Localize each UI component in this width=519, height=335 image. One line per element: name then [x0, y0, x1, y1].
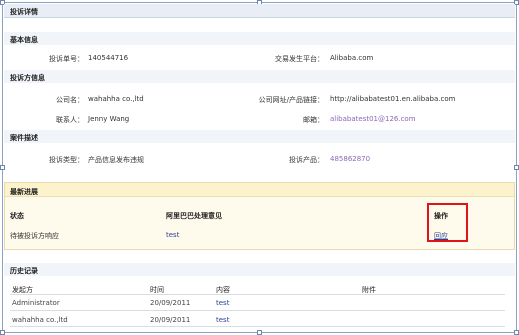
history-heading: 历史记录 [10, 267, 38, 275]
corner-handle [514, 330, 519, 335]
page-title: 投诉详情 [10, 8, 38, 16]
website-value: http://alibabatest01.en.alibaba.com [330, 95, 456, 103]
complaint-type-value: 产品信息发布违规 [88, 156, 144, 164]
status-column-header: 状态 [10, 212, 24, 220]
complaint-product-link[interactable]: 485862870 [330, 155, 370, 163]
edge-handle [0, 165, 5, 170]
progress-header [5, 183, 514, 197]
complainant-heading: 投诉方信息 [10, 74, 45, 82]
case-header [4, 130, 515, 143]
company-label: 公司名： [56, 96, 84, 104]
edge-handle [514, 165, 519, 170]
edge-handle [257, 330, 262, 335]
platform-label: 交易发生平台： [275, 55, 324, 63]
opinion-value: test [166, 231, 180, 239]
basic-info-heading: 基本信息 [10, 36, 38, 44]
complaint-no-value: 140544716 [88, 54, 129, 62]
complainant-header [4, 70, 515, 83]
status-value: 待被投诉方响应 [10, 232, 59, 240]
history-row-content: test [216, 299, 230, 307]
contact-value: Jenny Wang [88, 115, 130, 123]
history-divider [10, 310, 505, 311]
history-row-content: test [216, 316, 230, 324]
complaint-type-label: 投诉类型： [49, 156, 84, 164]
screenshot-frame [2, 2, 517, 333]
opinion-column-header: 阿里巴巴处理意见 [166, 212, 222, 220]
history-row-time: 20/09/2011 [150, 299, 191, 307]
history-divider [10, 326, 505, 327]
progress-heading: 最新进展 [10, 188, 38, 196]
history-divider [10, 294, 505, 295]
history-header [4, 263, 515, 276]
highlight-box [427, 203, 468, 242]
case-heading: 案件描述 [10, 134, 38, 142]
company-value: wahahha co.,ltd [88, 95, 144, 103]
website-label: 公司网址/产品链接： [258, 96, 324, 104]
corner-handle [0, 330, 5, 335]
contact-label: 联系人： [56, 116, 84, 124]
email-value: alibabatest01@126.com [330, 115, 416, 123]
complaint-no-label: 投诉单号： [49, 55, 84, 63]
platform-value: Alibaba.com [330, 54, 374, 62]
history-row-initiator: wahahha co.,ltd [12, 316, 68, 324]
complaint-product-label: 投诉产品： [289, 156, 324, 164]
page-header [4, 4, 515, 18]
email-label: 邮箱： [303, 116, 324, 124]
basic-info-header [4, 32, 515, 45]
history-row-initiator: Administrator [12, 299, 60, 307]
history-row-time: 20/09/2011 [150, 316, 191, 324]
